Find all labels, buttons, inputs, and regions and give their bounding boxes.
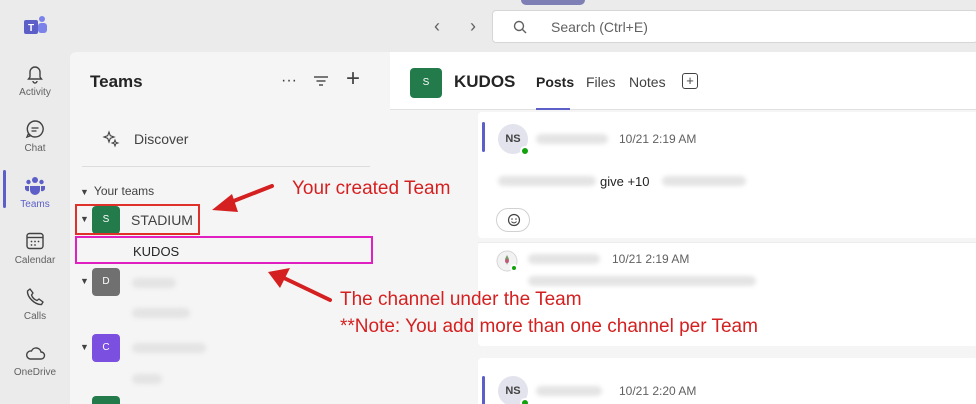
annotation-box-channel xyxy=(75,236,373,264)
blurred-text xyxy=(132,374,162,384)
post-timestamp: 10/21 2:20 AM xyxy=(619,384,697,398)
back-arrow-icon[interactable]: ‹ xyxy=(427,16,447,36)
team-avatar: C xyxy=(92,334,120,362)
panel-title: Teams xyxy=(90,72,143,91)
caret-down-icon: ▼ xyxy=(80,342,89,352)
post-text: give +10 xyxy=(600,174,650,189)
filter-icon[interactable] xyxy=(310,70,332,92)
post-accent-bar xyxy=(482,376,485,404)
blurred-author xyxy=(528,254,600,264)
post-card: NS 10/21 2:19 AM give +10 xyxy=(478,112,976,238)
annotation-channel-line2: **Note: You add more than one channel pe… xyxy=(340,316,758,337)
search-input[interactable] xyxy=(551,17,851,37)
blurred-text xyxy=(132,278,176,288)
presence-available-icon xyxy=(520,146,530,156)
chat-icon xyxy=(25,120,44,139)
calendar-icon xyxy=(26,232,44,250)
rail-item-calendar[interactable]: Calendar xyxy=(0,224,70,280)
annotation-created-team: Your created Team xyxy=(292,178,451,199)
rail-label: Chat xyxy=(24,143,46,154)
rail-item-chat[interactable]: Chat xyxy=(0,112,70,168)
rail-item-calls[interactable]: Calls xyxy=(0,280,70,336)
caret-down-icon: ▼ xyxy=(80,187,89,197)
tab-posts[interactable]: Posts xyxy=(536,74,574,90)
caret-down-icon: ▼ xyxy=(80,276,89,286)
active-tab-indicator xyxy=(536,108,570,110)
section-label: Your teams xyxy=(93,184,155,198)
team-row-d[interactable]: ▼ D xyxy=(80,268,380,296)
post-timestamp: 10/21 2:19 AM xyxy=(612,252,690,266)
channel-team-avatar: S xyxy=(410,68,442,98)
blurred-author xyxy=(536,386,602,396)
rail-label: Calls xyxy=(23,311,47,322)
channel-view: S KUDOS Posts Files Notes + NS 10/21 2:1… xyxy=(390,52,976,404)
search-box[interactable] xyxy=(492,10,976,43)
post-timestamp: 10/21 2:19 AM xyxy=(619,132,697,146)
channel-header: S KUDOS Posts Files Notes + xyxy=(390,52,976,110)
annotation-channel-line1: The channel under the Team xyxy=(340,289,582,310)
post-card: NS 10/21 2:20 AM xyxy=(478,358,976,404)
svg-text:T: T xyxy=(28,23,34,34)
rail-item-teams[interactable]: Teams xyxy=(0,168,70,224)
cloud-icon xyxy=(26,347,46,360)
reaction-button[interactable] xyxy=(496,208,530,232)
blurred-text xyxy=(132,343,206,353)
app-rail: Activity Chat Teams Calendar Calls OneDr… xyxy=(0,52,70,404)
reply-divider xyxy=(478,242,976,243)
forward-arrow-icon[interactable]: › xyxy=(463,16,483,36)
rail-item-onedrive[interactable]: OneDrive xyxy=(0,336,70,392)
channel-title: KUDOS xyxy=(454,72,516,91)
search-icon xyxy=(513,20,527,34)
top-accent-strip xyxy=(521,0,585,5)
annotation-box-team xyxy=(75,204,200,235)
title-bar: T ‹ › xyxy=(0,0,976,52)
post-accent-bar xyxy=(482,122,485,152)
rail-label: Activity xyxy=(19,87,51,98)
bell-icon xyxy=(27,66,43,84)
presence-available-icon xyxy=(510,264,518,272)
rail-item-activity[interactable]: Activity xyxy=(0,56,70,112)
your-teams-section[interactable]: ▼ Your teams xyxy=(80,184,154,198)
rail-label: Calendar xyxy=(14,255,56,266)
presence-available-icon xyxy=(520,398,530,404)
phone-icon xyxy=(26,288,44,306)
more-options-icon[interactable]: ··· xyxy=(278,70,300,92)
teams-icon xyxy=(25,177,45,195)
rail-label: OneDrive xyxy=(13,367,57,378)
team-avatar: D xyxy=(92,268,120,296)
team-row-c[interactable]: ▼ C xyxy=(80,334,380,362)
add-tab-button[interactable]: + xyxy=(682,73,698,89)
blurred-author xyxy=(536,134,608,144)
discover-label: Discover xyxy=(134,131,189,147)
blurred-text xyxy=(132,308,190,318)
rail-label: Teams xyxy=(20,199,50,210)
team-avatar-partial xyxy=(92,396,120,404)
tab-notes[interactable]: Notes xyxy=(629,74,666,90)
panel-divider xyxy=(82,166,370,167)
emoji-add-icon xyxy=(507,213,521,227)
blurred-text xyxy=(498,176,596,186)
add-team-button[interactable]: + xyxy=(341,67,365,92)
blurred-text xyxy=(528,276,756,286)
sparkle-icon xyxy=(102,130,120,148)
tab-files[interactable]: Files xyxy=(586,74,616,90)
teams-logo-icon: T xyxy=(24,16,47,34)
blurred-text xyxy=(662,176,746,186)
